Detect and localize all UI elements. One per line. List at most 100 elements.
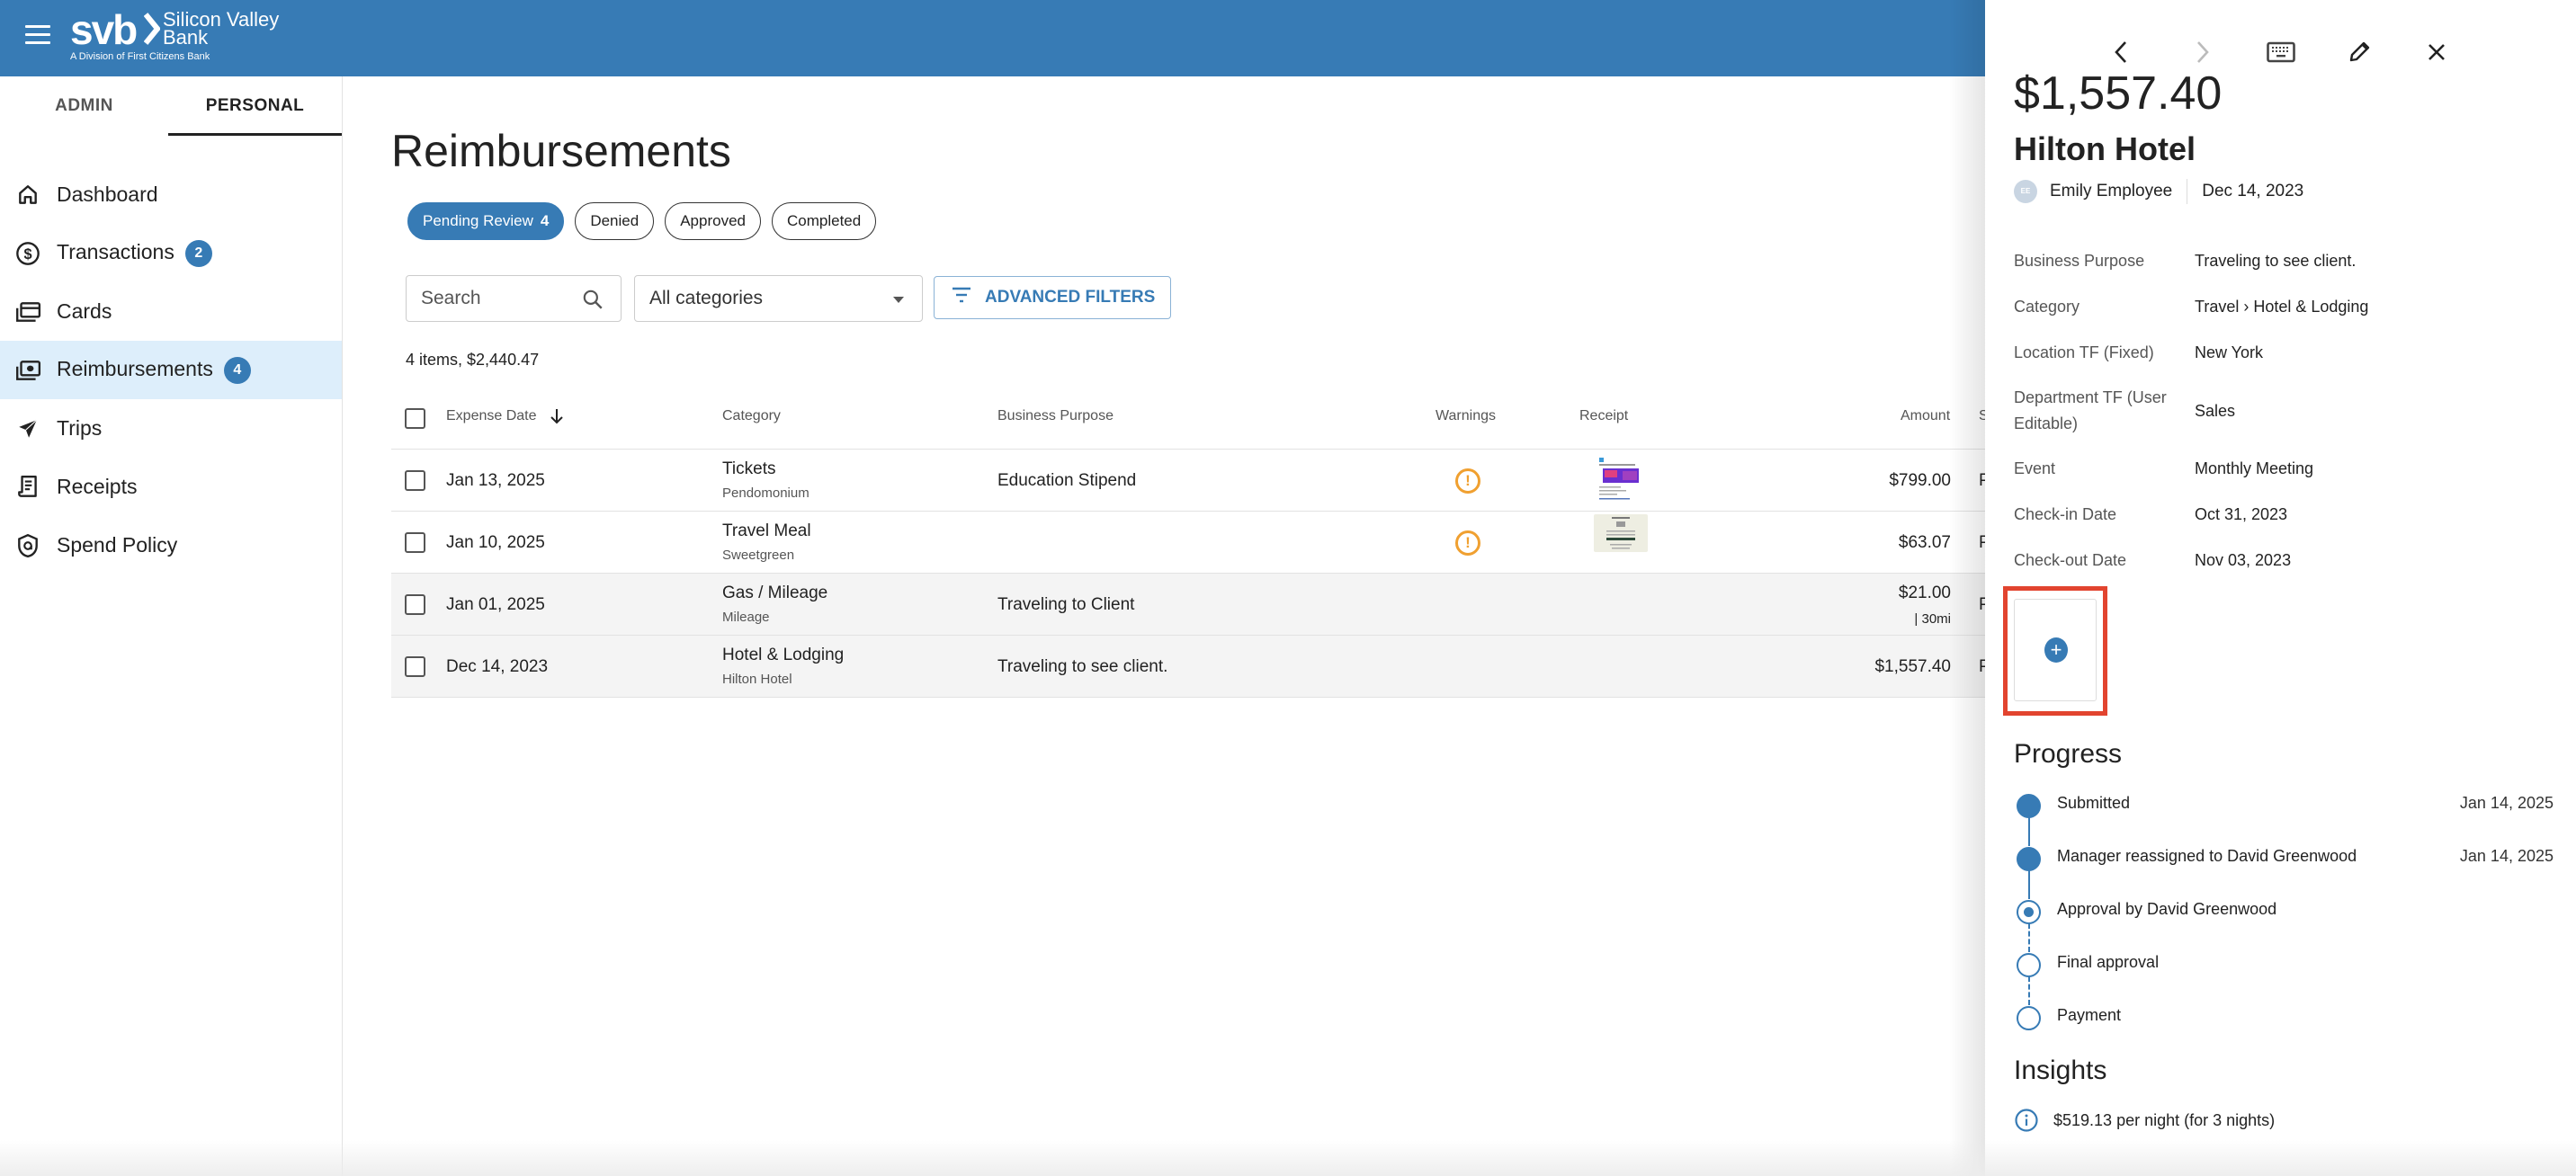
merchant: Mileage (722, 610, 770, 625)
advanced-filters-button[interactable]: ADVANCED FILTERS (934, 276, 1171, 319)
step-label: Final approval (2057, 953, 2160, 971)
logo-chevron-icon (144, 13, 160, 45)
field-value: New York (2195, 343, 2264, 361)
category: Travel Meal (722, 521, 811, 540)
insight-item: $519.13 per night (for 3 nights) (2014, 1108, 2275, 1133)
row-checkbox[interactable] (405, 470, 425, 491)
column-header-receipt: Receipt (1579, 408, 1629, 423)
filter-approved[interactable]: Approved (665, 202, 761, 240)
field-label: Category (2014, 298, 2080, 316)
expense-fields: Business Purpose Traveling to see client.… (2014, 238, 2554, 584)
table-row[interactable]: Jan 10, 2025 Travel Meal Sweetgreen ! $6… (391, 512, 1992, 574)
warning-icon[interactable]: ! (1455, 530, 1480, 556)
select-all-checkbox[interactable] (405, 408, 425, 429)
top-header-bar: svb › Silicon Valley Bank A Division of … (0, 0, 1985, 76)
previous-expense-button[interactable] (2103, 34, 2139, 70)
edit-expense-button[interactable] (2341, 34, 2377, 70)
dropdown-caret-icon (893, 297, 904, 303)
reimbursements-count-badge: 4 (223, 356, 251, 384)
column-header-business-purpose[interactable]: Business Purpose (997, 408, 1114, 424)
employee-name: Emily Employee (2050, 182, 2173, 200)
field-category: Category Travel › Hotel & Lodging (2014, 284, 2554, 330)
progress-step: Payment (2014, 1003, 2554, 1056)
sort-descending-icon (550, 409, 563, 424)
add-receipt-button[interactable]: + (2014, 599, 2097, 701)
column-header-category[interactable]: Category (722, 408, 781, 424)
chevron-right-icon (2197, 41, 2209, 63)
sidebar-item-cards[interactable]: Cards (0, 282, 342, 341)
field-value: Nov 03, 2023 (2195, 551, 2292, 569)
filter-pending-review[interactable]: Pending Review 4 (407, 202, 565, 240)
expense-date: Jan 10, 2025 (446, 533, 545, 552)
field-value: Sales (2195, 401, 2236, 420)
field-value: Traveling to see client. (2195, 252, 2357, 270)
next-expense-button[interactable] (2185, 34, 2221, 70)
hamburger-menu-icon[interactable] (25, 25, 50, 45)
filter-icon (951, 286, 972, 309)
sidebar-item-transactions[interactable]: $ Transactions 2 (0, 224, 342, 282)
field-label: Event (2014, 459, 2056, 477)
row-checkbox[interactable] (405, 532, 425, 553)
transactions-count-badge: 2 (184, 239, 212, 267)
field-value: Monthly Meeting (2195, 459, 2314, 477)
receipt-thumbnail[interactable] (1594, 514, 1648, 552)
business-purpose: Education Stipend (997, 471, 1137, 490)
progress-step: Manager reassigned to David Greenwood Ja… (2014, 844, 2554, 899)
expense-meta: EE Emily Employee Dec 14, 2023 (2014, 178, 2303, 205)
category: Hotel & Lodging (722, 646, 845, 664)
column-label: Expense Date (446, 408, 537, 424)
search-input[interactable] (421, 287, 583, 310)
step-pending-icon (2017, 953, 2041, 977)
filter-label: Pending Review (423, 212, 533, 229)
tab-admin[interactable]: ADMIN (0, 76, 168, 136)
logo-division-text: A Division of First Citizens Bank (70, 51, 210, 62)
category: Gas / Mileage (722, 584, 828, 602)
expense-date: Dec 14, 2023 (2202, 182, 2304, 200)
warning-icon[interactable]: ! (1455, 468, 1480, 494)
cash-icon (14, 357, 41, 384)
step-complete-icon (2017, 847, 2041, 871)
cards-icon (14, 298, 41, 325)
column-header-amount[interactable]: Amount (1901, 408, 1950, 424)
expense-date: Jan 01, 2025 (446, 595, 545, 614)
step-date: Jan 14, 2025 (2459, 847, 2554, 865)
search-icon[interactable] (581, 288, 604, 316)
amount: $1,557.40 (1874, 657, 1951, 676)
filter-completed[interactable]: Completed (771, 202, 877, 240)
filter-denied[interactable]: Denied (575, 202, 655, 240)
tab-personal[interactable]: PERSONAL (168, 76, 342, 136)
table-row[interactable]: Jan 01, 2025 Gas / Mileage Mileage Trave… (391, 574, 1992, 636)
merchant: Hilton Hotel (722, 672, 792, 687)
row-checkbox[interactable] (405, 594, 425, 615)
table-row[interactable]: Jan 13, 2025 Tickets Pendomonium Educati… (391, 450, 1992, 512)
sidebar-item-receipts[interactable]: Receipts (0, 458, 342, 516)
sidebar-item-label: Dashboard (57, 183, 158, 206)
field-label: Department TF (User Editable) (2014, 388, 2167, 432)
sidebar-item-spend-policy[interactable]: Spend Policy (0, 516, 342, 575)
category-select-value: All categories (649, 288, 764, 308)
main-content: Reimbursements Pending Review 4 Denied Ap… (343, 76, 1992, 1176)
close-icon (2428, 44, 2445, 60)
items-summary: 4 items, $2,440.47 (406, 351, 540, 369)
table-row[interactable]: Dec 14, 2023 Hotel & Lodging Hilton Hote… (391, 636, 1992, 698)
step-date: Jan 14, 2025 (2459, 794, 2554, 812)
field-label: Check-out Date (2014, 551, 2127, 569)
logo-bank-name: Silicon Valley Bank (163, 10, 289, 48)
close-drawer-button[interactable] (2419, 34, 2455, 70)
expense-merchant: Hilton Hotel (2014, 130, 2196, 167)
column-header-expense-date[interactable]: Expense Date (446, 408, 564, 424)
sidebar-item-reimbursements[interactable]: Reimbursements 4 (0, 341, 342, 399)
sidebar: ADMIN PERSONAL Dashboard $ Transactions 2… (0, 76, 343, 1176)
receipt-thumbnail[interactable] (1596, 457, 1648, 505)
filter-count: 4 (540, 212, 550, 229)
step-current-icon (2017, 900, 2041, 924)
row-checkbox[interactable] (405, 656, 425, 677)
sidebar-item-dashboard[interactable]: Dashboard (0, 165, 342, 224)
pencil-icon (2349, 41, 2370, 62)
step-complete-icon (2017, 794, 2041, 818)
keyboard-shortcuts-button[interactable] (2263, 34, 2299, 70)
sidebar-tabs: ADMIN PERSONAL (0, 76, 342, 136)
sidebar-item-trips[interactable]: Trips (0, 399, 342, 458)
expense-date: Jan 13, 2025 (446, 471, 545, 490)
category-select[interactable]: All categories (634, 275, 923, 322)
